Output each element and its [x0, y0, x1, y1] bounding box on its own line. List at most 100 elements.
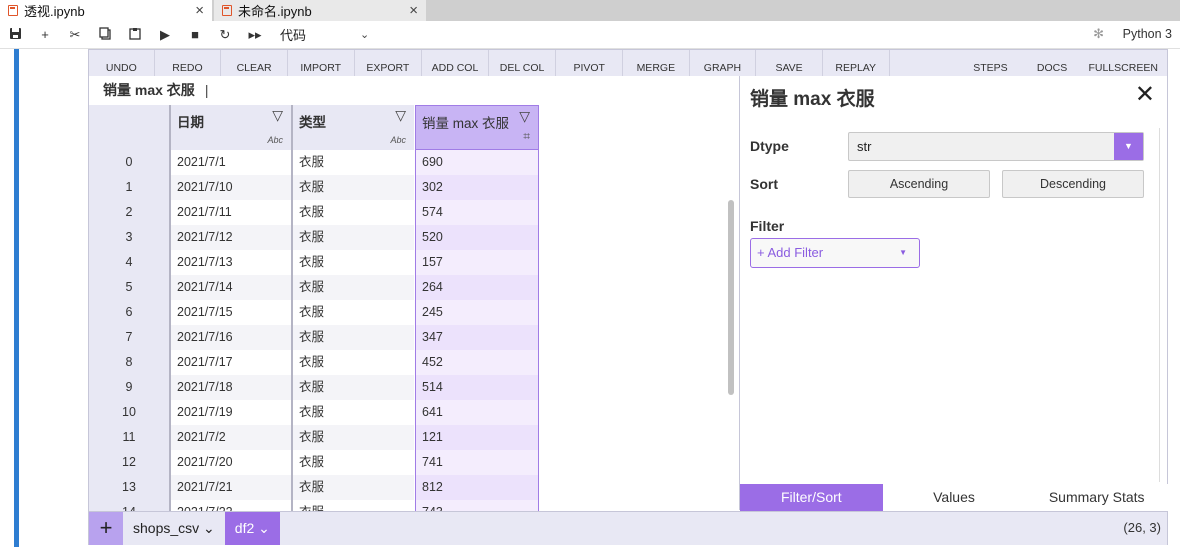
table-row[interactable]: 7 2021/7/16 衣服 347: [89, 325, 739, 350]
chevron-down-icon[interactable]: ▼: [899, 239, 907, 267]
row-index[interactable]: 6: [89, 300, 169, 325]
row-index[interactable]: 2: [89, 200, 169, 225]
row-index[interactable]: 1: [89, 175, 169, 200]
table-row[interactable]: 3 2021/7/12 衣服 520: [89, 225, 739, 250]
table-row[interactable]: 8 2021/7/17 衣服 452: [89, 350, 739, 375]
sort-descending-button[interactable]: Descending: [1002, 170, 1144, 198]
cell-type[interactable]: 衣服: [291, 275, 414, 300]
chevron-down-icon[interactable]: ▼: [1114, 133, 1143, 160]
row-index[interactable]: 5: [89, 275, 169, 300]
row-index[interactable]: 9: [89, 375, 169, 400]
table-row[interactable]: 13 2021/7/21 衣服 812: [89, 475, 739, 500]
cell-type[interactable]: 衣服: [291, 225, 414, 250]
fast-forward-icon[interactable]: ▸▸: [240, 27, 270, 43]
cell-date[interactable]: 2021/7/2: [169, 425, 291, 450]
table-row[interactable]: 0 2021/7/1 衣服 690: [89, 150, 739, 175]
row-index[interactable]: 11: [89, 425, 169, 450]
cell-type[interactable]: 衣服: [291, 175, 414, 200]
stop-icon[interactable]: ■: [180, 27, 210, 42]
cell-sales-max[interactable]: 452: [415, 350, 539, 375]
cell-date[interactable]: 2021/7/1: [169, 150, 291, 175]
menu-export[interactable]: EXPORT: [355, 50, 423, 76]
cell-sales-max[interactable]: 264: [415, 275, 539, 300]
menu-merge[interactable]: MERGE: [623, 50, 690, 76]
row-index[interactable]: 0: [89, 150, 169, 175]
table-row[interactable]: 5 2021/7/14 衣服 264: [89, 275, 739, 300]
run-icon[interactable]: ▶: [150, 27, 180, 43]
cell-date[interactable]: 2021/7/12: [169, 225, 291, 250]
menu-undo[interactable]: UNDO: [89, 50, 155, 76]
close-icon[interactable]: ×: [195, 2, 204, 19]
table-row[interactable]: 12 2021/7/20 衣服 741: [89, 450, 739, 475]
copy-icon[interactable]: [90, 26, 120, 43]
cell-date[interactable]: 2021/7/19: [169, 400, 291, 425]
close-icon[interactable]: ✕: [1135, 80, 1155, 109]
cell-type[interactable]: 衣服: [291, 325, 414, 350]
sheet-tab-shops-csv[interactable]: shops_csv ⌄: [123, 512, 225, 545]
table-row[interactable]: 4 2021/7/13 衣服 157: [89, 250, 739, 275]
cell-sales-max[interactable]: 121: [415, 425, 539, 450]
cell-type[interactable]: 衣服: [291, 250, 414, 275]
cell-sales-max[interactable]: 245: [415, 300, 539, 325]
cell-type-select[interactable]: 代码: [280, 25, 360, 44]
filter-icon[interactable]: ▽: [519, 108, 530, 125]
column-header-sales-max[interactable]: 销量 max 衣服 ▽ ⌗: [415, 105, 539, 150]
cell-sales-max[interactable]: 812: [415, 475, 539, 500]
cell-date[interactable]: 2021/7/13: [169, 250, 291, 275]
cell-type[interactable]: 衣服: [291, 150, 414, 175]
menu-import[interactable]: IMPORT: [288, 50, 355, 76]
cell-date[interactable]: 2021/7/17: [169, 350, 291, 375]
table-row[interactable]: 9 2021/7/18 衣服 514: [89, 375, 739, 400]
cell-date[interactable]: 2021/7/10: [169, 175, 291, 200]
tab-notebook-active[interactable]: 透视.ipynb ×: [0, 0, 212, 21]
cell-type[interactable]: 衣服: [291, 300, 414, 325]
sort-ascending-button[interactable]: Ascending: [848, 170, 990, 198]
menu-clear[interactable]: CLEAR: [221, 50, 288, 76]
add-filter-dropdown[interactable]: + Add Filter ▼: [750, 238, 920, 268]
row-index[interactable]: 3: [89, 225, 169, 250]
menu-steps[interactable]: STEPS: [956, 50, 1025, 76]
menu-save[interactable]: SAVE: [756, 50, 823, 76]
chevron-down-icon[interactable]: ⌄: [360, 28, 369, 41]
table-row[interactable]: 11 2021/7/2 衣服 121: [89, 425, 739, 450]
table-row[interactable]: 6 2021/7/15 衣服 245: [89, 300, 739, 325]
cell-date[interactable]: 2021/7/15: [169, 300, 291, 325]
cell-date[interactable]: 2021/7/21: [169, 475, 291, 500]
cell-type[interactable]: 衣服: [291, 400, 414, 425]
filter-icon[interactable]: ▽: [272, 107, 283, 124]
row-index[interactable]: 8: [89, 350, 169, 375]
cell-sales-max[interactable]: 347: [415, 325, 539, 350]
cell-type[interactable]: 衣服: [291, 475, 414, 500]
dtype-select[interactable]: str ▼: [848, 132, 1144, 161]
row-index[interactable]: 4: [89, 250, 169, 275]
close-icon[interactable]: ×: [409, 2, 418, 19]
menu-add-col[interactable]: ADD COL: [422, 50, 489, 76]
kernel-name[interactable]: Python 3: [1123, 27, 1172, 41]
cell-date[interactable]: 2021/7/14: [169, 275, 291, 300]
row-index[interactable]: 7: [89, 325, 169, 350]
menu-del-col[interactable]: DEL COL: [489, 50, 557, 76]
vertical-scrollbar[interactable]: [725, 150, 737, 515]
cell-type[interactable]: 衣服: [291, 450, 414, 475]
tab-notebook-inactive[interactable]: 未命名.ipynb ×: [214, 0, 426, 21]
sheet-tab-df2[interactable]: df2 ⌄: [224, 512, 280, 545]
cell-sales-max[interactable]: 520: [415, 225, 539, 250]
row-index[interactable]: 10: [89, 400, 169, 425]
cell-type[interactable]: 衣服: [291, 350, 414, 375]
filter-icon[interactable]: ▽: [395, 107, 406, 124]
table-row[interactable]: 2 2021/7/11 衣服 574: [89, 200, 739, 225]
cell-sales-max[interactable]: 302: [415, 175, 539, 200]
add-icon[interactable]: +: [30, 27, 60, 42]
cut-icon[interactable]: ✂: [60, 27, 90, 43]
cell-date[interactable]: 2021/7/16: [169, 325, 291, 350]
menu-graph[interactable]: GRAPH: [690, 50, 757, 76]
cell-sales-max[interactable]: 690: [415, 150, 539, 175]
scrollbar-thumb[interactable]: [728, 200, 734, 395]
cell-sales-max[interactable]: 741: [415, 450, 539, 475]
cell-sales-max[interactable]: 574: [415, 200, 539, 225]
menu-replay[interactable]: REPLAY: [823, 50, 890, 76]
cell-sales-max[interactable]: 157: [415, 250, 539, 275]
tab-values[interactable]: Values: [882, 484, 1026, 511]
row-index[interactable]: 13: [89, 475, 169, 500]
table-row[interactable]: 1 2021/7/10 衣服 302: [89, 175, 739, 200]
